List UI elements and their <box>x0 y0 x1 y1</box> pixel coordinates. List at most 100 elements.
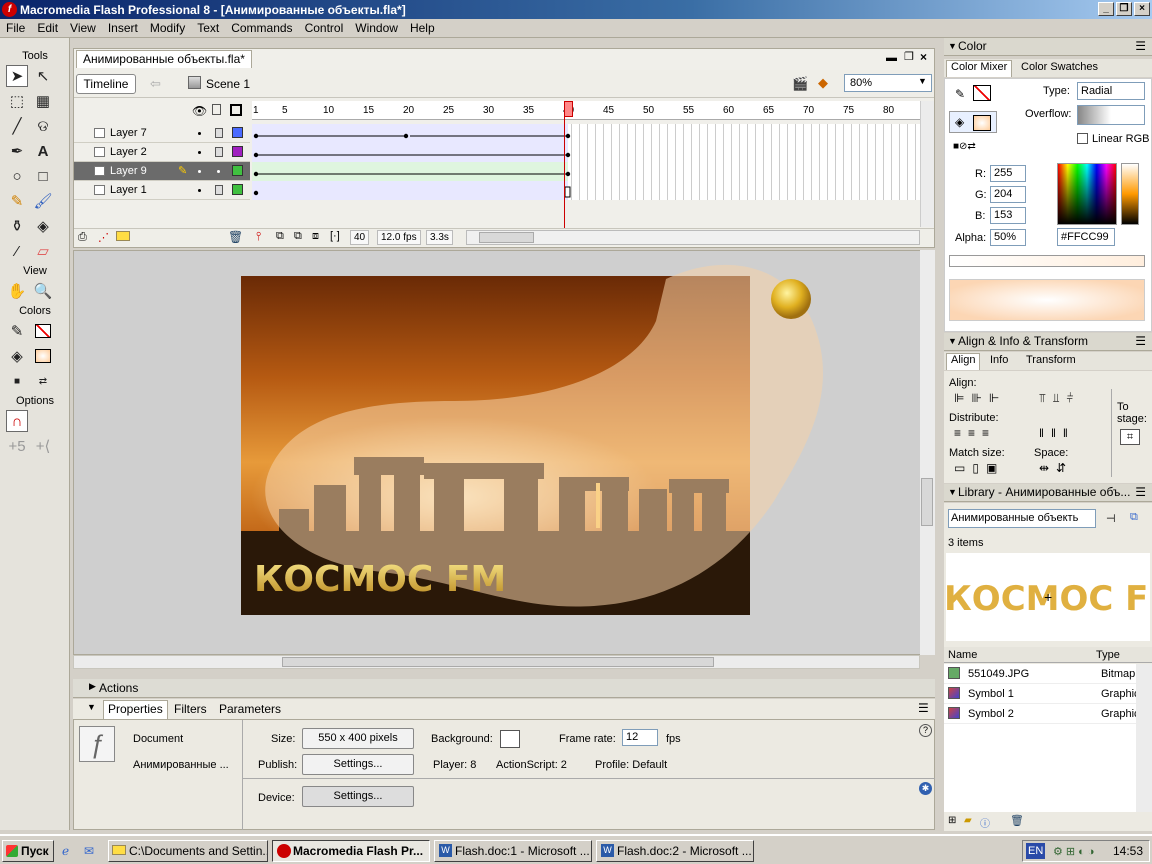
device-settings-button[interactable]: Settings... <box>302 786 414 807</box>
layer-row[interactable]: Layer 2 <box>74 143 250 162</box>
stage-vscroll[interactable] <box>920 250 935 655</box>
brightness-slider[interactable] <box>1121 163 1139 225</box>
fill-bucket-icon[interactable]: ◈ <box>955 115 964 129</box>
properties-icon[interactable]: ⓘ <box>980 815 990 830</box>
overflow-select[interactable] <box>1077 105 1145 125</box>
hand-tool-icon[interactable]: ✋ <box>6 280 28 302</box>
color-spectrum[interactable] <box>1057 163 1117 225</box>
green-input[interactable]: 204 <box>990 186 1026 203</box>
accessibility-icon[interactable]: ✱ <box>919 782 932 795</box>
task-word-2[interactable]: Flash.doc:2 - Microsoft ... <box>596 840 754 862</box>
publish-settings-button[interactable]: Settings... <box>302 754 414 775</box>
add-guide-layer-icon[interactable]: ⋰ <box>98 231 109 244</box>
onion-skin-icon[interactable]: ⧉ <box>276 230 284 243</box>
swap-colors-icon[interactable]: ■⊘⇄ <box>953 141 976 152</box>
library-vscroll[interactable] <box>1136 664 1152 812</box>
frame-grid[interactable] <box>252 124 920 200</box>
stroke-color-swatch[interactable] <box>973 85 991 101</box>
layer-row-selected[interactable]: Layer 9 ✎ <box>74 162 250 181</box>
stage-area[interactable]: КОСМОС FM <box>73 250 935 655</box>
tab-info[interactable]: Info <box>986 354 1012 366</box>
menu-window[interactable]: Window <box>349 21 404 35</box>
fill-color-icon[interactable]: ◈ <box>6 345 28 367</box>
alpha-input[interactable]: 50% <box>990 229 1026 246</box>
library-item[interactable]: Symbol 1 Graphic <box>944 684 1140 704</box>
tab-align[interactable]: Align <box>946 353 981 370</box>
distribute-vertical-icons[interactable]: ≡≡≡ <box>954 426 996 440</box>
layer-row[interactable]: Layer 7 <box>74 124 250 143</box>
delete-item-icon[interactable]: 🗑 <box>1010 814 1024 827</box>
task-explorer[interactable]: C:\Documents and Settin... <box>108 840 268 862</box>
task-flash[interactable]: Macromedia Flash Pr... <box>272 840 430 862</box>
edit-symbols-icon[interactable]: ◆ <box>818 75 828 91</box>
color-panel-header[interactable]: ▼ Color ☰ <box>944 38 1152 56</box>
ink-bottle-tool-icon[interactable]: ⚱ <box>6 215 28 237</box>
timeline-toggle-button[interactable]: Timeline <box>76 74 136 94</box>
swap-colors-icon[interactable]: ⇄ <box>32 370 54 392</box>
panel-close-icon[interactable]: × <box>920 50 927 64</box>
onion-outline-icon[interactable]: ⧉ <box>294 230 302 243</box>
menu-insert[interactable]: Insert <box>102 21 144 35</box>
playhead[interactable] <box>564 101 573 228</box>
pencil-tool-icon[interactable]: ✎ <box>6 190 28 212</box>
free-transform-tool-icon[interactable]: ⬚ <box>6 90 28 112</box>
tab-color-swatches[interactable]: Color Swatches <box>1017 61 1102 73</box>
fill-color-swatch[interactable] <box>973 115 991 131</box>
gradient-transform-tool-icon[interactable]: ▦ <box>32 90 54 112</box>
stage-hscroll[interactable] <box>73 655 920 669</box>
panel-menu-icon[interactable]: ☰ <box>1135 484 1146 501</box>
add-layer-icon[interactable]: ⎙ <box>78 231 87 244</box>
gradient-type-select[interactable]: Radial <box>1077 82 1145 100</box>
flash-app-icon[interactable]: f <box>2 2 17 17</box>
rectangle-tool-icon[interactable]: □ <box>32 165 54 187</box>
modify-markers-icon[interactable]: [·] <box>330 230 340 242</box>
space-icons[interactable]: ⇹⇵ <box>1039 461 1073 475</box>
eraser-tool-icon[interactable]: ▱ <box>32 240 54 262</box>
panel-menu-icon[interactable]: ☰ <box>1135 333 1146 350</box>
stroke-color-icon[interactable]: ✎ <box>6 320 28 342</box>
delete-layer-icon[interactable]: 🗑 <box>228 230 243 244</box>
panel-min-icon[interactable]: ▬ <box>886 52 897 64</box>
menu-help[interactable]: Help <box>404 21 441 35</box>
align-vertical-icons[interactable]: ⫪⫫⫩ <box>1039 391 1080 406</box>
selection-tool-icon[interactable]: ➤ <box>6 65 28 87</box>
red-input[interactable]: 255 <box>990 165 1026 182</box>
edit-scene-icon[interactable]: 🎬 <box>792 76 808 92</box>
timeline-vscroll[interactable] <box>920 101 934 227</box>
library-document-select[interactable]: Анимированные объекть <box>948 509 1096 528</box>
oval-tool-icon[interactable]: ○ <box>6 165 28 187</box>
menu-file[interactable]: File <box>0 21 31 35</box>
align-horizontal-icons[interactable]: ⊫⊪⊩ <box>954 391 1006 405</box>
snap-to-objects-icon[interactable]: ∩ <box>6 410 28 432</box>
pin-library-icon[interactable]: ⊣ <box>1106 512 1116 525</box>
panel-menu-icon[interactable]: ☰ <box>918 701 929 715</box>
ie-quicklaunch-icon[interactable]: ℯ <box>62 844 69 858</box>
outlook-quicklaunch-icon[interactable]: ✉ <box>84 844 94 858</box>
library-item[interactable]: 551049.JPG Bitmap <box>944 664 1136 684</box>
tab-filters[interactable]: Filters <box>174 702 207 716</box>
menu-text[interactable]: Text <box>191 21 225 35</box>
background-color-swatch[interactable] <box>500 730 520 748</box>
actions-panel-header[interactable]: ▶ Actions <box>73 679 935 698</box>
menu-edit[interactable]: Edit <box>31 21 64 35</box>
panel-menu-icon[interactable]: ☰ <box>1135 38 1146 55</box>
layer-outline-color[interactable] <box>232 165 243 176</box>
language-indicator[interactable]: EN <box>1026 843 1046 859</box>
tab-transform[interactable]: Transform <box>1022 354 1080 366</box>
tab-properties[interactable]: Properties <box>103 700 168 719</box>
timeline-hscroll[interactable] <box>466 230 920 245</box>
size-button[interactable]: 550 x 400 pixels <box>302 728 414 749</box>
gradient-bar[interactable] <box>949 255 1145 267</box>
zoom-dropdown-icon[interactable]: ▼ <box>918 76 927 86</box>
fill-color-swatch[interactable] <box>32 345 54 367</box>
close-button[interactable]: × <box>1134 2 1150 16</box>
column-name[interactable]: Name <box>948 649 977 661</box>
layer-outline-color[interactable] <box>232 127 243 138</box>
stroke-color-swatch[interactable] <box>32 320 54 342</box>
new-folder-icon[interactable]: ▰ <box>964 815 972 826</box>
lasso-tool-icon[interactable]: ଡ <box>32 115 54 137</box>
to-stage-button[interactable]: ⌗ <box>1120 429 1140 445</box>
default-colors-icon[interactable]: ■ <box>6 370 28 392</box>
scene-label[interactable]: Scene 1 <box>206 77 250 91</box>
align-panel-header[interactable]: ▼ Align & Info & Transform ☰ <box>944 333 1152 351</box>
